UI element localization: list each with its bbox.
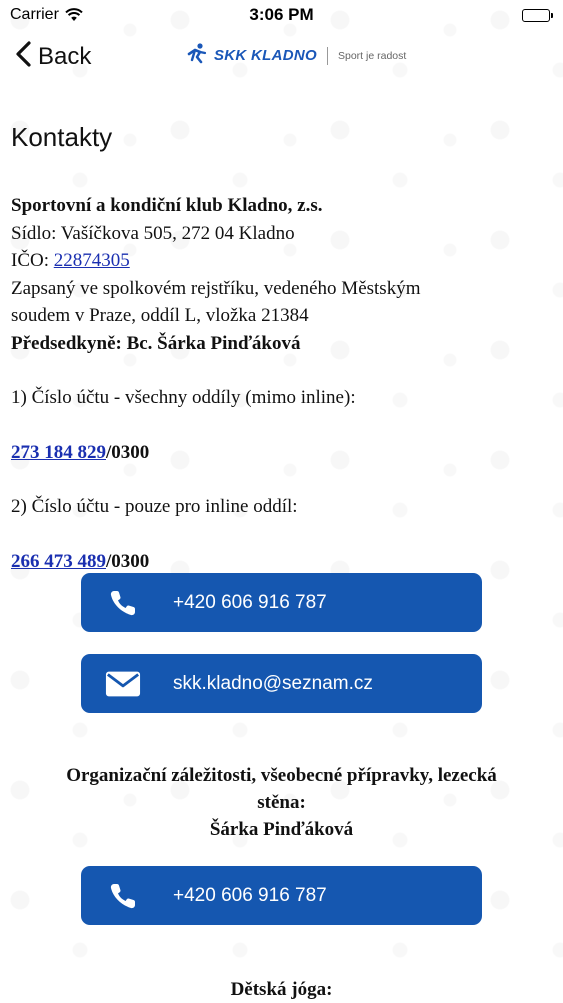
battery-icon (522, 8, 553, 22)
contact-info: Sportovní a kondiční klub Kladno, z.s. S… (11, 192, 551, 575)
back-label: Back (38, 43, 92, 70)
address: Sídlo: Vašíčkova 505, 272 04 Kladno (11, 222, 295, 244)
account2-link[interactable]: 266 473 489 (11, 551, 106, 572)
back-button[interactable]: Back (14, 40, 92, 74)
org-name: Sportovní a kondiční klub Kladno, z.s. (11, 195, 323, 216)
account1-label: 1) Číslo účtu - všechny oddíly (mimo inl… (11, 387, 356, 408)
chevron-left-icon (14, 40, 32, 74)
page-title: Kontakty (11, 122, 113, 152)
email-button-label: skk.kladno@seznam.cz (173, 672, 373, 694)
phone-icon (105, 881, 141, 911)
org-heading-line-1: Organizační záležitosti, všeobecné přípr… (66, 765, 497, 786)
phone-icon (105, 588, 141, 618)
email-button[interactable]: skk.kladno@seznam.cz (81, 654, 482, 713)
logo-name: SKK KLADNO (214, 47, 317, 64)
registry-line-1: Zapsaný ve spolkovém rejstříku, vedeného… (11, 277, 421, 299)
logo-tagline: Sport je radost (338, 49, 407, 62)
account2-bank: /0300 (106, 550, 150, 572)
navigation-bar: Back SKK KLADNO Sport je radost (0, 30, 563, 84)
ico-label: IČO: (11, 250, 54, 271)
envelope-icon (105, 669, 141, 699)
ico-link[interactable]: 22874305 (54, 250, 130, 271)
status-time: 3:06 PM (249, 5, 314, 24)
org-section: Organizační záležitosti, všeobecné přípr… (20, 762, 543, 843)
chairperson: Předsedkyně: Bc. Šárka Pinďáková (11, 332, 301, 354)
phone-button[interactable]: +420 606 916 787 (81, 573, 482, 632)
account2-label: 2) Číslo účtu - pouze pro inline oddíl: (11, 496, 298, 517)
org-heading-line-2: stěna: (257, 792, 306, 813)
logo-divider (327, 46, 328, 65)
carrier-label: Carrier (10, 6, 59, 23)
ico-line: IČO: 22874305 (11, 247, 551, 275)
org-phone-button-label: +420 606 916 787 (173, 884, 327, 906)
status-bar: Carrier 3:06 PM (0, 0, 563, 30)
runner-logo-icon (186, 42, 208, 69)
yoga-section: Dětská jóga: (20, 976, 543, 1003)
registry-line-2: soudem v Praze, oddíl L, vložka 21384 (11, 305, 309, 326)
wifi-icon (65, 8, 83, 22)
org-person: Šárka Pinďáková (209, 819, 354, 840)
org-phone-button[interactable]: +420 606 916 787 (81, 866, 482, 925)
yoga-heading: Dětská jóga: (230, 979, 333, 1000)
status-left: Carrier (10, 6, 83, 24)
account1-link[interactable]: 273 184 829 (11, 442, 106, 463)
account1-bank: /0300 (106, 441, 150, 463)
club-logo: SKK KLADNO Sport je radost (186, 42, 406, 69)
account2-line: 266 473 489/0300 (11, 548, 551, 576)
phone-button-label: +420 606 916 787 (173, 591, 327, 613)
account1-line: 273 184 829/0300 (11, 439, 551, 467)
